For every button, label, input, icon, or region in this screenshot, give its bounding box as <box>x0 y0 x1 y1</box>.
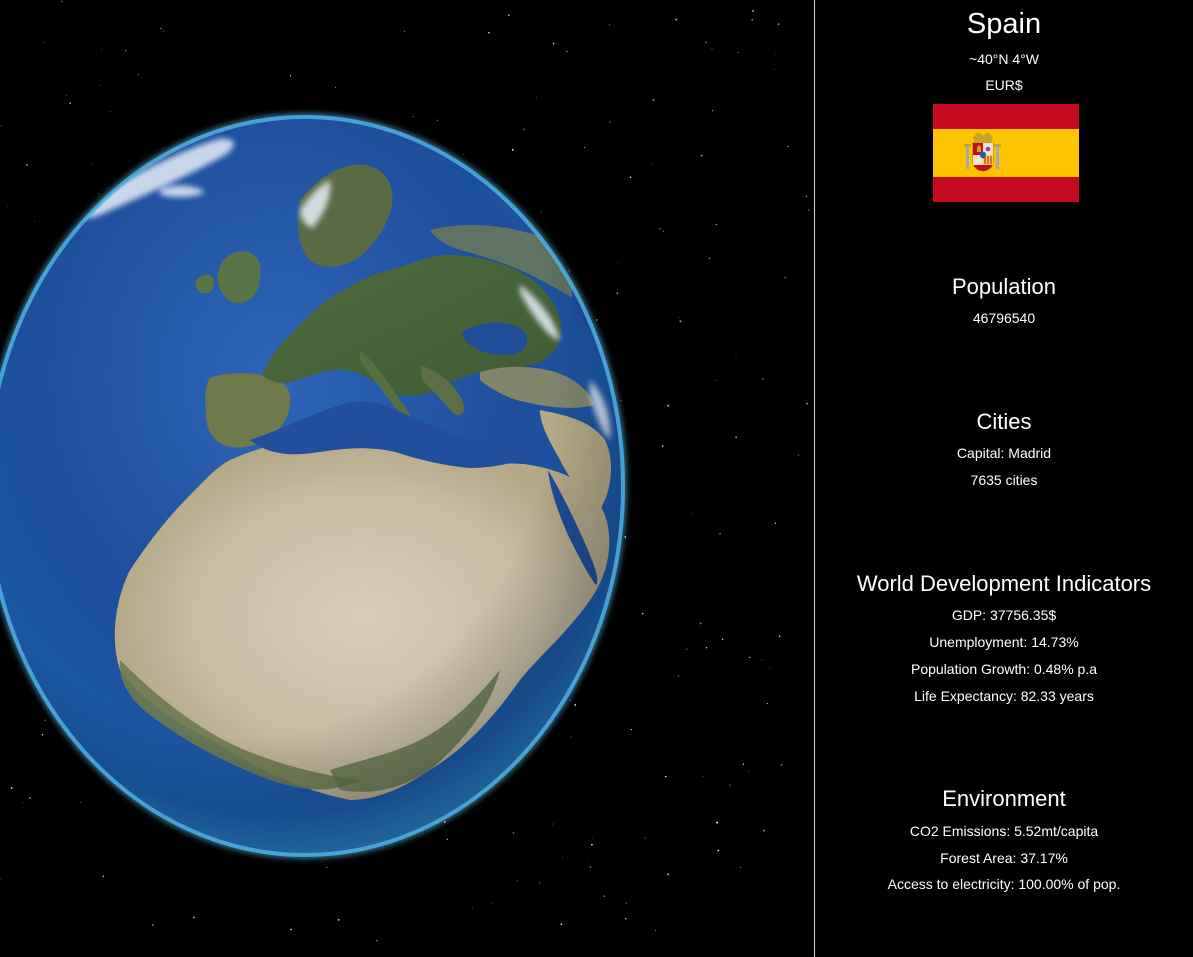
country-name: Spain <box>966 8 1042 40</box>
co2-emissions-value: CO2 Emissions: 5.52mt/capita <box>909 823 1099 839</box>
spain-flag <box>933 104 1079 202</box>
globe-viewport[interactable] <box>0 0 814 957</box>
capital-city: Capital: Madrid <box>956 445 1052 461</box>
city-count: 7635 cities <box>970 472 1038 488</box>
population-growth-value: Population Growth: 0.48% p.a <box>910 661 1097 677</box>
population-value: 46796540 <box>972 310 1036 326</box>
earth-globe[interactable] <box>0 0 814 957</box>
country-coordinates: ~40°N 4°W <box>969 51 1039 67</box>
country-info-panel: Spain ~40°N 4°W EUR$ Population 46796540… <box>815 0 1193 957</box>
gdp-value: GDP: 37756.35$ <box>951 607 1057 623</box>
unemployment-value: Unemployment: 14.73% <box>929 634 1079 650</box>
wdi-heading: World Development Indicators <box>856 571 1152 596</box>
electricity-access-value: Access to electricity: 100.00% of pop. <box>887 876 1121 892</box>
cities-heading: Cities <box>976 409 1032 434</box>
life-expectancy-value: Life Expectancy: 82.33 years <box>914 688 1094 704</box>
forest-area-value: Forest Area: 37.17% <box>940 850 1068 866</box>
environment-heading: Environment <box>942 786 1066 811</box>
country-currency: EUR$ <box>985 77 1023 93</box>
population-heading: Population <box>952 274 1056 299</box>
